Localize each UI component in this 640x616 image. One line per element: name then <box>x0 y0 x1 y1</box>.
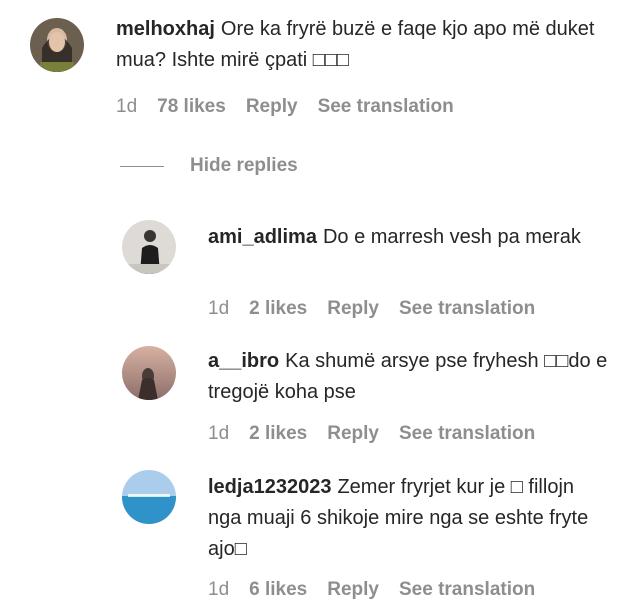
likes-count[interactable]: 78 likes <box>157 96 226 118</box>
comment-text: melhoxhaj Ore ka fryrë buzë e faqe kjo ap… <box>116 14 626 76</box>
reply-username[interactable]: ami_adlima <box>208 226 317 248</box>
reply-time: 1d <box>208 423 230 444</box>
comment-time: 1d <box>116 96 138 117</box>
reply-meta: 1d 2 likes Reply See translation <box>208 423 535 445</box>
avatar[interactable] <box>122 470 176 524</box>
reply-time: 1d <box>208 298 230 319</box>
hide-replies-label: Hide replies <box>190 155 298 176</box>
reply-username[interactable]: a__ibro <box>208 350 279 372</box>
hide-replies-button[interactable]: Hide replies <box>120 155 298 177</box>
divider <box>120 165 164 167</box>
see-translation-button[interactable]: See translation <box>399 298 535 320</box>
reply-meta: 1d 6 likes Reply See translation <box>208 579 535 601</box>
avatar[interactable] <box>122 220 176 274</box>
reply-meta: 1d 2 likes Reply See translation <box>208 298 535 320</box>
likes-count[interactable]: 2 likes <box>249 423 307 445</box>
reply-time: 1d <box>208 579 230 600</box>
avatar[interactable] <box>122 346 176 400</box>
comment-username[interactable]: melhoxhaj <box>116 18 215 40</box>
reply-username[interactable]: ledja1232023 <box>208 476 331 498</box>
see-translation-button[interactable]: See translation <box>318 96 454 118</box>
likes-count[interactable]: 6 likes <box>249 579 307 601</box>
avatar[interactable] <box>30 18 84 72</box>
comment-meta: 1d 78 likes Reply See translation <box>116 96 454 118</box>
likes-count[interactable]: 2 likes <box>249 298 307 320</box>
reply-button[interactable]: Reply <box>327 579 379 601</box>
reply-button[interactable]: Reply <box>327 423 379 445</box>
see-translation-button[interactable]: See translation <box>399 579 535 601</box>
reply-text: a__ibro Ka shumë arsye pse fryhesh □□do e… <box>208 346 608 408</box>
reply-button[interactable]: Reply <box>246 96 298 118</box>
reply-text: ledja1232023 Zemer fryrjet kur je □ fillo… <box>208 472 608 565</box>
reply-text: ami_adlima Do e marresh vesh pa merak <box>208 222 608 253</box>
reply-body: Do e marresh vesh pa merak <box>322 226 581 248</box>
reply-button[interactable]: Reply <box>327 298 379 320</box>
see-translation-button[interactable]: See translation <box>399 423 535 445</box>
